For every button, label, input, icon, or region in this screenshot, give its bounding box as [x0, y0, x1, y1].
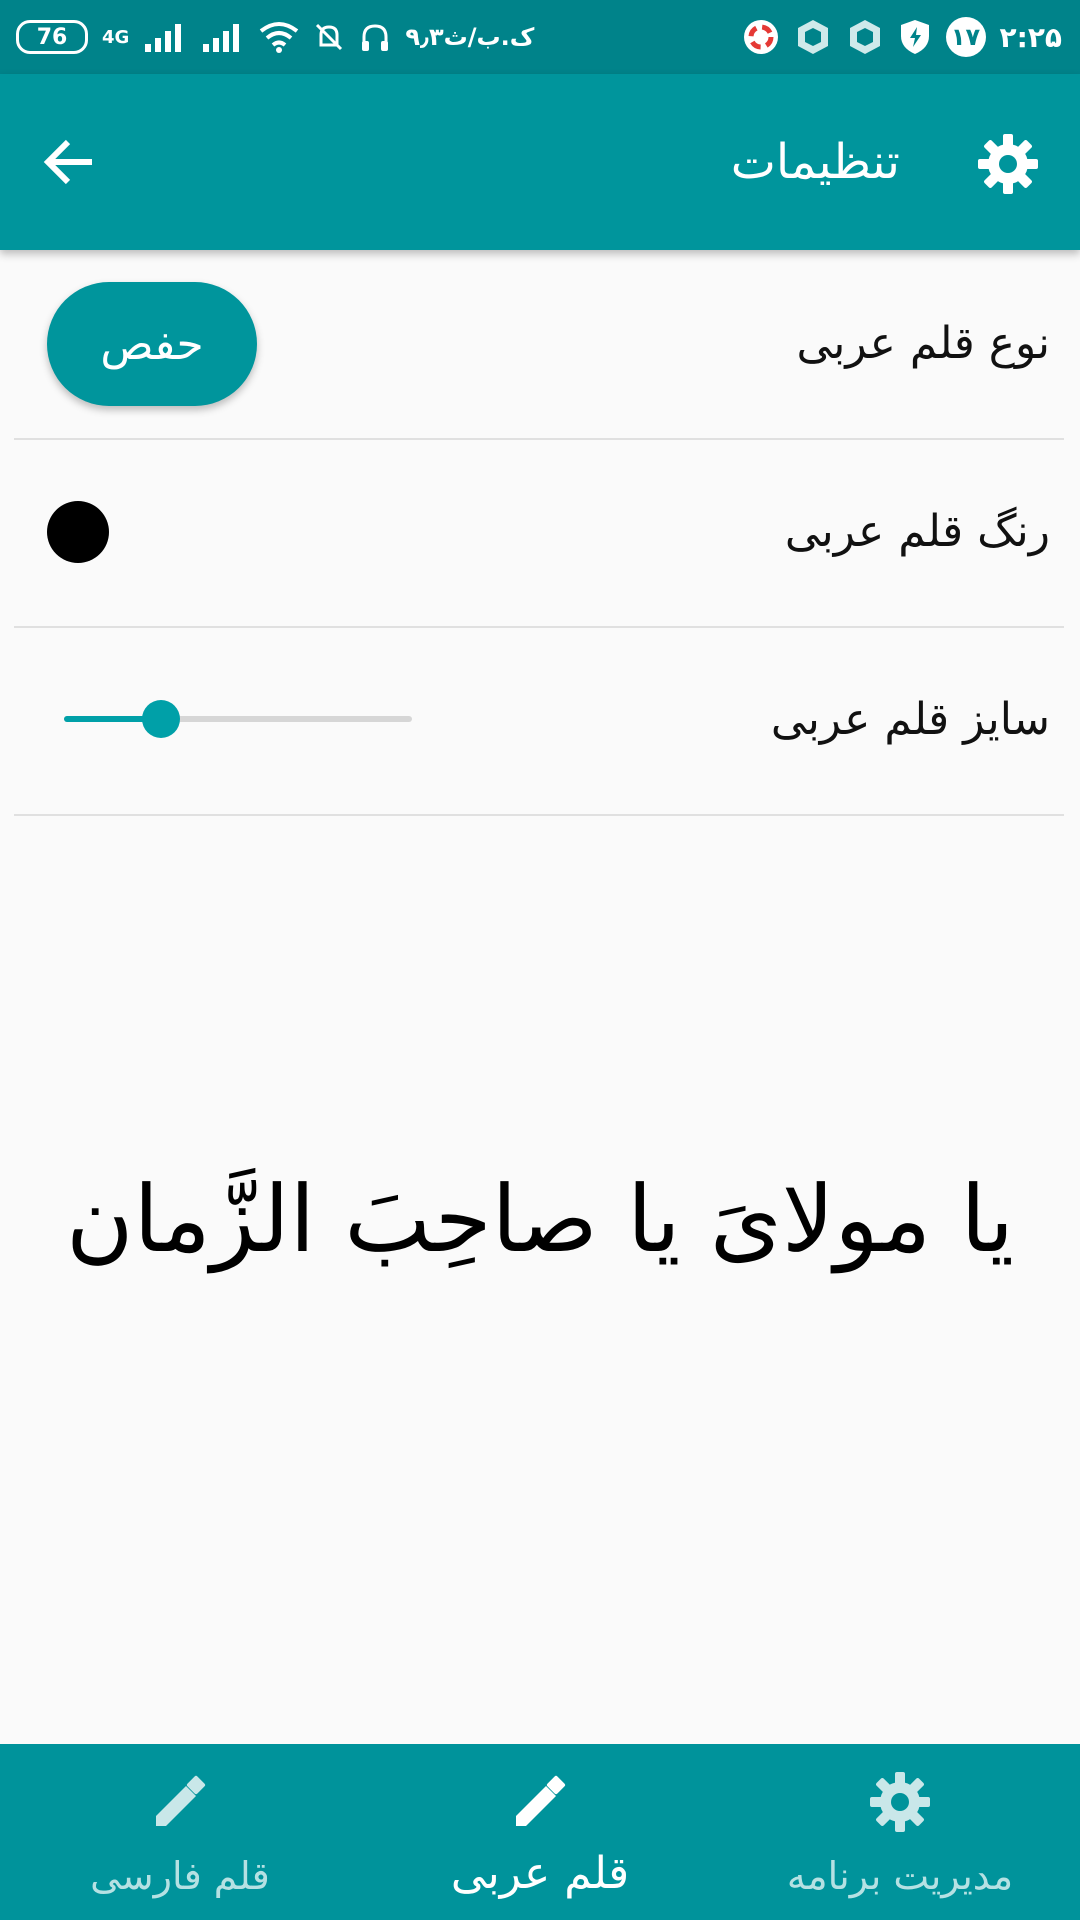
hexagon-icon — [797, 20, 828, 54]
pencil-icon — [156, 1775, 206, 1826]
nav-item-persian-font[interactable]: قلم فارسی — [0, 1744, 360, 1920]
setting-row-font-type: نوع قلم عربی حفص — [14, 250, 1064, 440]
pencil-icon — [516, 1775, 566, 1826]
font-color-label: رنگ قلم عربی — [784, 506, 1050, 557]
network-type: 4G — [102, 26, 130, 48]
clock: ۲:۲۵ — [999, 20, 1062, 54]
signal-icon — [203, 24, 240, 52]
nav-label: مدیریت برنامه — [786, 1854, 1014, 1898]
font-type-button[interactable]: حفص — [47, 282, 257, 406]
font-type-label: نوع قلم عربی — [796, 318, 1050, 369]
notification-count-badge: ۱۷ — [945, 17, 986, 57]
status-bar-left: 76 4G ۹٫۳ک.ب/ث — [16, 0, 534, 74]
font-color-swatch[interactable] — [47, 501, 109, 563]
app-notification-icon — [743, 20, 778, 54]
signal-icon — [145, 24, 182, 52]
slider-thumb[interactable] — [142, 700, 181, 738]
nav-item-app-management[interactable]: مدیریت برنامه — [720, 1744, 1080, 1920]
status-bar: 76 4G ۹٫۳ک.ب/ث ۱۷ ۲:۲۵ — [0, 0, 1080, 74]
hexagon-icon — [849, 20, 880, 54]
gear-icon — [870, 1772, 930, 1832]
bottom-navigation: قلم فارسی قلم عربی مدیریت برنامه — [0, 1744, 1080, 1920]
wifi-icon — [260, 22, 299, 53]
arrow-left-icon[interactable] — [40, 132, 100, 192]
page-title: تنظیمات — [730, 134, 900, 190]
setting-row-font-color: رنگ قلم عربی — [14, 438, 1064, 628]
shield-icon — [900, 20, 929, 54]
muted-bell-icon — [316, 23, 343, 51]
headphones-icon — [362, 24, 389, 51]
nav-item-arabic-font[interactable]: قلم عربی — [360, 1744, 720, 1920]
font-size-label: سایز قلم عربی — [770, 694, 1050, 745]
setting-row-font-size: سایز قلم عربی — [14, 626, 1064, 816]
arabic-preview-text: یا مولایَ یا صاحِبَ الزَّمان — [65, 1166, 1015, 1273]
nav-label: قلم فارسی — [90, 1854, 270, 1898]
net-speed: ۹٫۳ک.ب/ث — [405, 23, 535, 51]
app-bar: تنظیمات — [0, 74, 1080, 250]
nav-label: قلم عربی — [450, 1848, 630, 1899]
battery-indicator: 76 — [16, 20, 88, 54]
font-size-slider[interactable] — [64, 700, 412, 738]
gear-icon[interactable] — [976, 132, 1040, 196]
status-bar-right: ۱۷ ۲:۲۵ — [742, 0, 1062, 74]
